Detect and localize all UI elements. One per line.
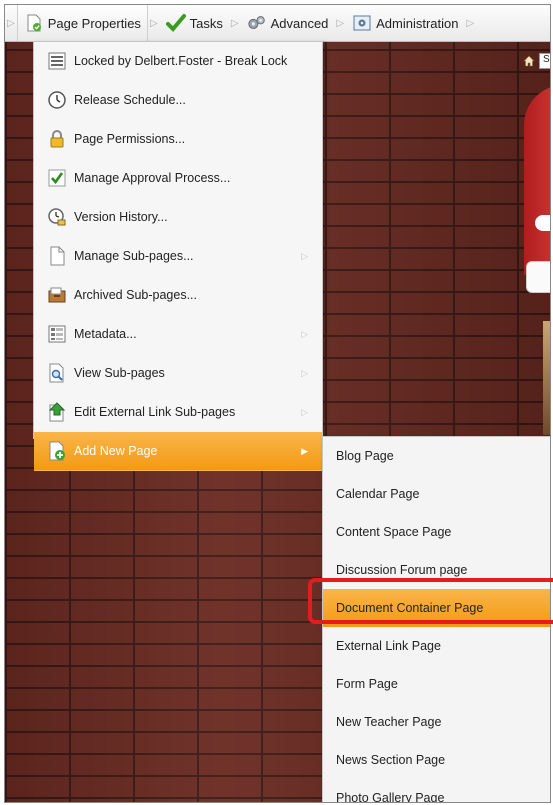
menu-item-label: Locked by Delbert.Foster - Break Lock <box>74 54 288 68</box>
document-icon <box>46 245 68 267</box>
submenu-item-news-section-page[interactable]: News Section Page <box>323 741 550 779</box>
clock-icon <box>46 89 68 111</box>
toolbar-administration[interactable]: Administration <box>346 5 464 41</box>
submenu-item-discussion-forum-page[interactable]: Discussion Forum page <box>323 551 550 589</box>
toolbar-label: Tasks <box>189 15 223 31</box>
lock-document-icon <box>46 50 68 72</box>
application-frame: S ▷ Page Properties ▷ Tasks ▷ Advanced ▷ <box>4 4 551 803</box>
menu-item-label: Page Permissions... <box>74 132 186 146</box>
editor-toolbar: ▷ Page Properties ▷ Tasks ▷ Advanced ▷ A… <box>5 5 550 42</box>
toolbar-separator-icon: ▷ <box>466 17 475 29</box>
submenu-item-document-container-page[interactable]: Document Container Page <box>323 589 550 627</box>
submenu-arrow-icon: ▷ <box>301 328 308 339</box>
toolbar-separator-icon: ▷ <box>336 17 345 29</box>
menu-item-label: Manage Approval Process... <box>74 171 231 185</box>
page-properties-icon <box>24 13 44 33</box>
menu-item-metadata[interactable]: Metadata... ▷ <box>34 315 322 354</box>
submenu-arrow-icon: ▷ <box>301 406 308 417</box>
home-icon[interactable] <box>523 55 535 67</box>
menu-item-release-schedule[interactable]: Release Schedule... <box>34 81 322 120</box>
toolbar-separator-icon: ▷ <box>230 17 239 29</box>
toolbar-label: Page Properties <box>47 15 141 31</box>
menu-item-label: Archived Sub-pages... <box>74 288 197 302</box>
metadata-icon <box>46 323 68 345</box>
checkmark-icon <box>165 13 186 33</box>
add-new-page-submenu: Blog Page Calendar Page Content Space Pa… <box>322 436 550 802</box>
menu-item-label: Add New Page <box>74 444 158 458</box>
banner-nav-button[interactable] <box>526 261 550 293</box>
menu-item-version-history[interactable]: Version History... <box>34 198 322 237</box>
submenu-arrow-icon: ▷ <box>301 250 308 261</box>
menu-item-label: Metadata... <box>74 327 137 341</box>
menu-item-page-permissions[interactable]: Page Permissions... <box>34 120 322 159</box>
submenu-item-new-teacher-page[interactable]: New Teacher Page <box>323 703 550 741</box>
toolbar-tasks[interactable]: Tasks <box>160 5 229 41</box>
administration-icon <box>352 13 372 33</box>
toolbar-label: Administration <box>376 15 459 31</box>
site-search-input[interactable]: S <box>539 53 550 69</box>
menu-item-break-lock[interactable]: Locked by Delbert.Foster - Break Lock <box>34 42 322 81</box>
toolbar-separator-icon: ▷ <box>149 17 158 29</box>
submenu-item-content-space-page[interactable]: Content Space Page <box>323 513 550 551</box>
menu-item-label: Edit External Link Sub-pages <box>74 405 236 419</box>
submenu-item-form-page[interactable]: Form Page <box>323 665 550 703</box>
submenu-item-photo-gallery-page[interactable]: Photo Gallery Page <box>323 779 550 802</box>
toolbar-label: Advanced <box>270 15 329 31</box>
menu-item-edit-external-link[interactable]: Edit External Link Sub-pages ▷ <box>34 393 322 432</box>
page-properties-menu: Locked by Delbert.Foster - Break Lock Re… <box>33 41 323 471</box>
submenu-item-blog-page[interactable]: Blog Page <box>323 437 550 475</box>
menu-item-manage-subpages[interactable]: Manage Sub-pages... ▷ <box>34 237 322 276</box>
submenu-arrow-icon: ▷ <box>301 367 308 378</box>
banner-photo <box>543 321 550 435</box>
menu-item-manage-approval[interactable]: Manage Approval Process... <box>34 159 322 198</box>
site-banner <box>524 85 550 275</box>
menu-item-archived-subpages[interactable]: Archived Sub-pages... <box>34 276 322 315</box>
menu-item-label: Manage Sub-pages... <box>74 249 194 263</box>
gears-icon <box>247 13 267 33</box>
archive-icon <box>46 284 68 306</box>
external-link-icon <box>46 401 68 423</box>
submenu-item-external-link-page[interactable]: External Link Page <box>323 627 550 665</box>
menu-item-view-subpages[interactable]: View Sub-pages ▷ <box>34 354 322 393</box>
magnifier-document-icon <box>46 362 68 384</box>
menu-item-label: View Sub-pages <box>74 366 165 380</box>
version-history-icon <box>46 206 68 228</box>
toolbar-separator-icon: ▷ <box>7 17 15 29</box>
menu-item-label: Version History... <box>74 210 168 224</box>
padlock-icon <box>46 128 68 150</box>
approval-check-icon <box>46 167 68 189</box>
menu-item-label: Release Schedule... <box>74 93 186 107</box>
toolbar-advanced[interactable]: Advanced <box>241 5 335 41</box>
menu-item-add-new-page[interactable]: Add New Page ▶ <box>34 432 322 471</box>
submenu-arrow-icon: ▶ <box>301 445 308 456</box>
add-page-icon <box>46 440 68 462</box>
banner-ribbon <box>535 215 550 231</box>
submenu-item-calendar-page[interactable]: Calendar Page <box>323 475 550 513</box>
toolbar-page-properties[interactable]: Page Properties <box>16 5 148 41</box>
